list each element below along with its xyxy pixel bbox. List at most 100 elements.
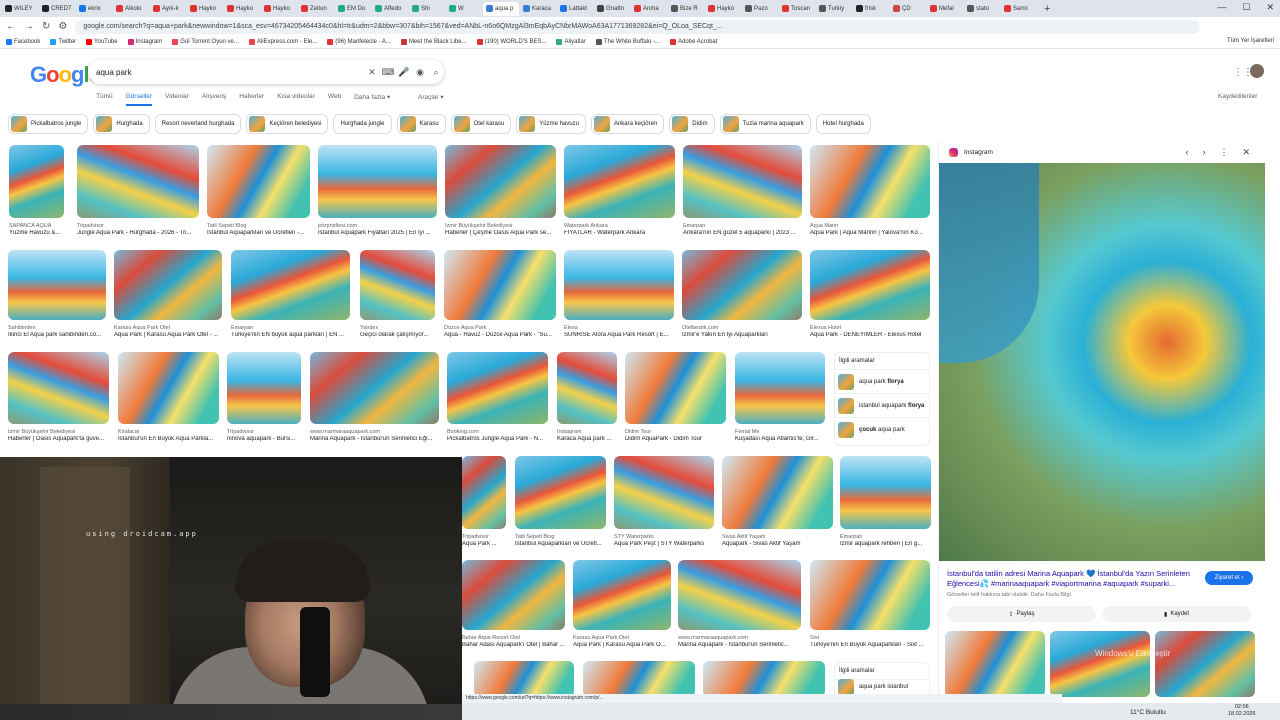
result-image[interactable] bbox=[318, 145, 437, 218]
result-title[interactable]: Aqua Park Peşt | STY Waterparks bbox=[614, 541, 714, 547]
browser-tab[interactable]: Alkolo bbox=[113, 2, 149, 16]
bookmark-item[interactable]: Twitter bbox=[50, 39, 76, 45]
result-title[interactable]: Kuşadası Aqua Atlantis'te; Gir... bbox=[735, 436, 825, 442]
result-image[interactable] bbox=[77, 145, 199, 218]
prev-icon[interactable]: ‹ bbox=[1185, 147, 1188, 158]
related-item[interactable]: istanbul aquapark florya bbox=[835, 393, 929, 417]
saved-link[interactable]: Kaydedilenler bbox=[1218, 93, 1257, 100]
browser-tab[interactable]: Ayık-k bbox=[150, 2, 186, 16]
filter-chip[interactable]: Hotel hurghada bbox=[815, 114, 871, 134]
result-source[interactable]: Tripadvisor bbox=[77, 223, 199, 229]
visit-button[interactable]: Ziyaret et › bbox=[1205, 571, 1253, 585]
bookmark-item[interactable]: AliExpress.com - Ele... bbox=[248, 39, 317, 45]
result-source[interactable]: STY Waterparks bbox=[614, 534, 714, 540]
bookmark-item[interactable]: YouTube bbox=[86, 39, 118, 45]
close-window-icon[interactable]: ✕ bbox=[1266, 2, 1274, 13]
bookmark-item[interactable]: Adobe Acrobat bbox=[670, 39, 717, 45]
result-image[interactable] bbox=[8, 250, 106, 320]
filter-chip[interactable]: Hurghada bbox=[93, 114, 150, 134]
search-tab[interactable]: Tümü bbox=[96, 93, 113, 106]
result-image[interactable] bbox=[810, 145, 930, 218]
result-title[interactable]: ninova aquapark - Bursi... bbox=[227, 436, 301, 442]
search-tab[interactable]: Videolar bbox=[165, 93, 189, 106]
browser-tab[interactable]: EM Do bbox=[335, 2, 371, 16]
result-source[interactable]: Emarpan bbox=[231, 325, 350, 331]
filter-chip[interactable]: Hurghada jungle bbox=[333, 114, 392, 134]
result-title[interactable]: Aqua - Havuz - Düzce Aqua Park - "Su... bbox=[444, 332, 556, 338]
browser-tab[interactable]: Zeitun bbox=[298, 2, 334, 16]
filter-chip[interactable]: Resort neverland hurghada bbox=[154, 114, 242, 134]
result-source[interactable]: Sahibinden bbox=[8, 325, 106, 331]
result-title[interactable]: Marina Aquapark - İstanbul'un Serinletic… bbox=[310, 436, 439, 442]
result-source[interactable]: Sixt bbox=[810, 635, 930, 641]
result-source[interactable]: Tripadvisor bbox=[462, 534, 506, 540]
browser-tab[interactable]: Gnattn bbox=[594, 2, 630, 16]
result-title[interactable]: Didim AquaPark - Didim Tour bbox=[625, 436, 726, 442]
result-image[interactable] bbox=[445, 145, 556, 218]
back-icon[interactable]: ← bbox=[6, 21, 16, 32]
next-icon[interactable]: › bbox=[1202, 147, 1205, 158]
tools-button[interactable]: Araçlar ▾ bbox=[418, 93, 444, 101]
result-source[interactable]: Tripadvisor bbox=[227, 429, 301, 435]
result-source[interactable]: Elexus Hotel bbox=[810, 325, 930, 331]
result-title[interactable]: Marina Aquapark - İstanbul'un Serinletic… bbox=[678, 642, 801, 648]
result-image[interactable] bbox=[462, 560, 565, 630]
result-title[interactable]: Bahar Adası Aquapark'ı Otel | Bahar ... bbox=[462, 642, 565, 648]
browser-tab[interactable]: WILEY bbox=[2, 2, 38, 16]
result-title[interactable]: Türkiye'nin EN büyük aqua parkları | EN … bbox=[231, 332, 350, 338]
result-image[interactable] bbox=[462, 456, 506, 529]
keyboard-icon[interactable]: ⌨ bbox=[380, 67, 396, 78]
result-image[interactable] bbox=[360, 250, 435, 320]
result-source[interactable]: Femal Me bbox=[735, 429, 825, 435]
result-source[interactable]: Tatil Sepeti Blog bbox=[207, 223, 310, 229]
bookmark-item[interactable]: (190) WORLD'S BES... bbox=[476, 39, 546, 45]
bookmark-item[interactable]: Aliyatlar bbox=[556, 39, 586, 45]
result-title[interactable]: Geçici olarak çalışmıyor... bbox=[360, 332, 435, 338]
result-source[interactable]: Düzce Aqua Park bbox=[444, 325, 556, 331]
filter-chip[interactable]: Tuzla marina aquapark bbox=[719, 114, 811, 134]
browser-tab[interactable]: Hayko bbox=[224, 2, 260, 16]
browser-tab[interactable]: ÇD bbox=[890, 2, 926, 16]
result-title[interactable]: İzmir'e Yakın En İyi Aquaparkları bbox=[682, 332, 802, 338]
result-source[interactable]: Emarpan bbox=[840, 534, 931, 540]
result-source[interactable]: Emarpan bbox=[683, 223, 802, 229]
result-title[interactable]: FİYATLAR - Waterpark Ankara bbox=[564, 230, 675, 236]
result-source[interactable]: Karasu Aqua Park Otel bbox=[114, 325, 222, 331]
bookmark-item[interactable]: The White Buffalo -... bbox=[595, 39, 660, 45]
result-image[interactable] bbox=[614, 456, 714, 529]
result-image[interactable] bbox=[678, 560, 801, 630]
related-item[interactable]: aqua park florya bbox=[835, 369, 929, 393]
result-source[interactable]: Waterpark Ankara bbox=[564, 223, 675, 229]
browser-tab[interactable]: W bbox=[446, 2, 482, 16]
result-image[interactable] bbox=[564, 250, 674, 320]
bookmark-item[interactable]: Meet the Black Libe... bbox=[400, 39, 467, 45]
result-title[interactable]: Aqua Park - DENEYİMLER - Elexus Hotel bbox=[810, 332, 930, 338]
search-tab[interactable]: Haberler bbox=[239, 93, 264, 106]
minimize-icon[interactable]: — bbox=[1217, 2, 1226, 13]
result-image[interactable] bbox=[625, 352, 726, 424]
result-image[interactable] bbox=[564, 145, 675, 218]
result-image[interactable] bbox=[310, 352, 439, 424]
browser-tab[interactable]: ekrix bbox=[76, 2, 112, 16]
result-image[interactable] bbox=[810, 250, 930, 320]
result-source[interactable]: Kiralacar bbox=[118, 429, 219, 435]
result-image[interactable] bbox=[118, 352, 219, 424]
result-title[interactable]: Karaca Aqua park ... bbox=[557, 436, 617, 442]
lens-icon[interactable]: ◉ bbox=[412, 67, 428, 78]
browser-tab[interactable]: Shi bbox=[409, 2, 445, 16]
filter-chip[interactable]: Didim bbox=[669, 114, 715, 134]
result-source[interactable]: Karasu Aqua Park Otel bbox=[573, 635, 671, 641]
share-button[interactable]: ⇪ Paylaş bbox=[947, 606, 1096, 622]
all-bookmarks[interactable]: Tüm Yer İşaretleri bbox=[1227, 38, 1274, 44]
search-input[interactable]: aqua park bbox=[96, 68, 364, 77]
result-image[interactable] bbox=[703, 661, 825, 697]
result-image[interactable] bbox=[840, 456, 931, 529]
related-thumb[interactable] bbox=[1155, 631, 1255, 697]
result-source[interactable]: Bahar Aqua Resort Otel bbox=[462, 635, 565, 641]
search-icon[interactable]: ⌕ bbox=[428, 67, 444, 78]
result-image[interactable] bbox=[557, 352, 617, 424]
related-item[interactable]: çocuk aqua park bbox=[835, 417, 929, 441]
browser-tab[interactable]: Hayko bbox=[261, 2, 297, 16]
browser-tab[interactable]: Bize R bbox=[668, 2, 704, 16]
weather-widget[interactable]: 11°C Bulutlu bbox=[1130, 709, 1166, 716]
